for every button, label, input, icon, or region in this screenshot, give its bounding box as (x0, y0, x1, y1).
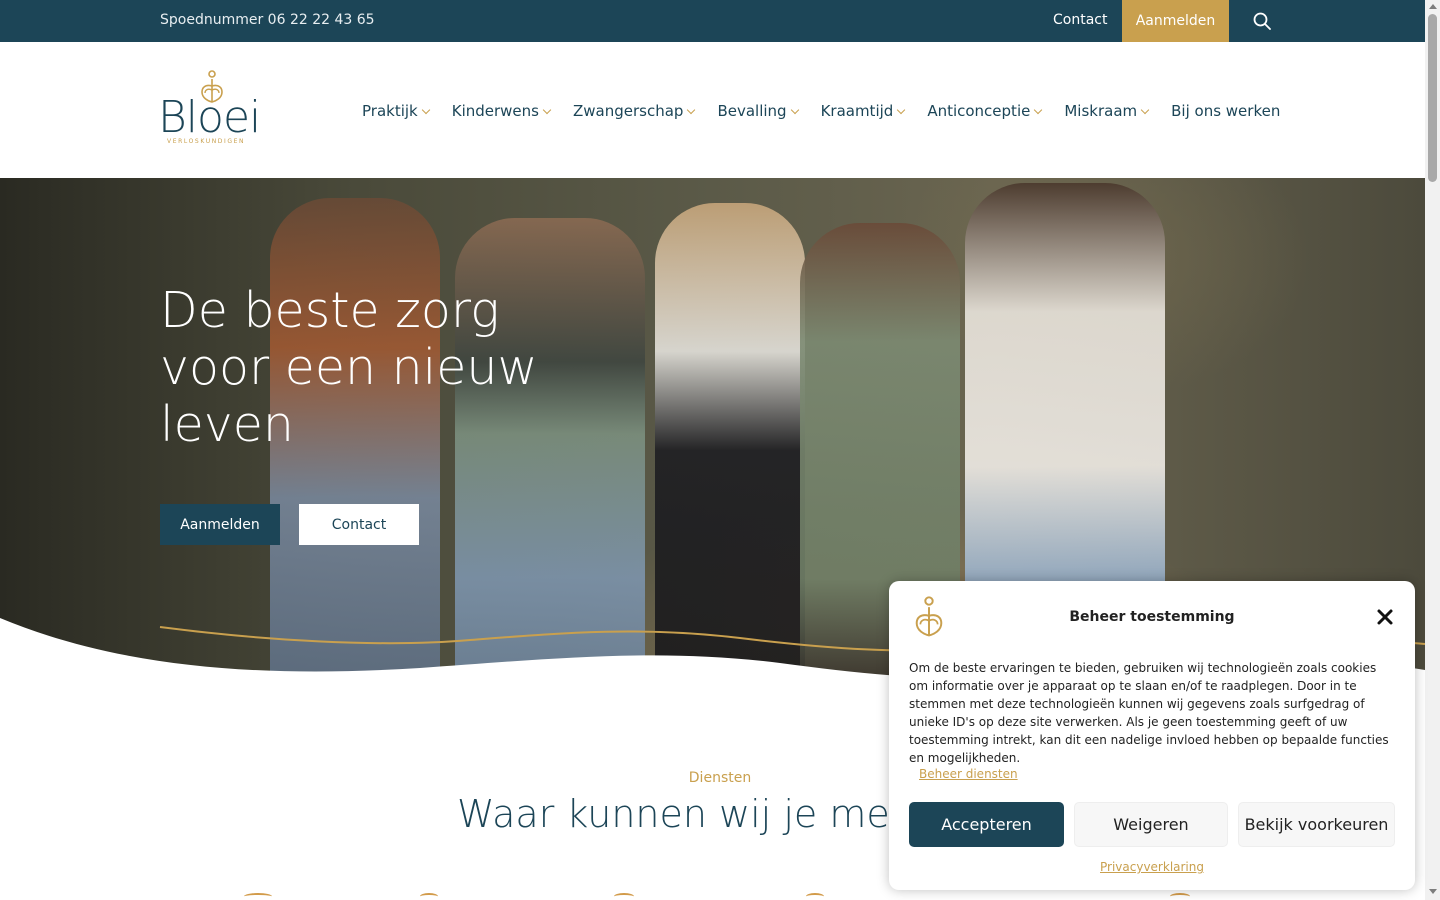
service-icon-partial (614, 893, 634, 900)
top-bar: Spoednummer 06 22 22 43 65 Contact Aanme… (0, 0, 1425, 42)
nav-item-miskraam[interactable]: Miskraam (1064, 102, 1150, 120)
page-scrollbar[interactable] (1425, 0, 1440, 900)
site-header: Bloei VERLOSKUNDIGEN Praktijk Kinderwens… (0, 42, 1425, 178)
consent-description: Om de beste ervaringen te bieden, gebrui… (909, 661, 1389, 765)
nav-item-kraamtijd[interactable]: Kraamtijd (820, 102, 906, 120)
cookie-consent-dialog: Beheer toestemming Om de beste ervaringe… (889, 581, 1415, 890)
nav-label: Bij ons werken (1171, 102, 1281, 120)
service-icon-partial (244, 893, 272, 900)
nav-item-praktijk[interactable]: Praktijk (362, 102, 430, 120)
nav-item-bij-ons-werken[interactable]: Bij ons werken (1171, 102, 1280, 120)
nav-item-anticonceptie[interactable]: Anticonceptie (927, 102, 1043, 120)
chevron-down-icon (687, 105, 696, 114)
scrollbar-thumb[interactable] (1428, 14, 1437, 182)
chevron-down-icon (542, 105, 552, 114)
main-nav: Praktijk Kinderwens Zwangerschap Bevalli… (362, 100, 1280, 122)
nav-label: Miskraam (1064, 102, 1138, 120)
chevron-down-icon (1140, 105, 1150, 114)
logo[interactable]: Bloei VERLOSKUNDIGEN (158, 70, 262, 148)
nav-label: Kraamtijd (820, 102, 894, 120)
nav-item-kinderwens[interactable]: Kinderwens (451, 102, 552, 120)
chevron-down-icon (421, 105, 430, 114)
nav-label: Zwangerschap (572, 102, 684, 120)
service-icon-partial (806, 893, 824, 900)
privacy-statement-link[interactable]: Privacyverklaring (889, 860, 1415, 874)
nav-label: Praktijk (362, 102, 418, 120)
consent-title: Beheer toestemming (1069, 609, 1235, 625)
nav-label: Anticonceptie (927, 102, 1031, 120)
chevron-down-icon (790, 105, 799, 114)
close-icon[interactable] (1376, 608, 1394, 626)
chevron-down-icon (1034, 105, 1043, 114)
top-contact-link[interactable]: Contact (1053, 12, 1107, 28)
service-icon-partial (420, 893, 438, 900)
accept-button[interactable]: Accepteren (909, 802, 1064, 847)
service-icons-preview (0, 893, 1440, 900)
scroll-up-arrow-icon[interactable] (1429, 4, 1437, 9)
logo-wordmark: Bloei (158, 92, 261, 143)
emergency-phone[interactable]: Spoednummer 06 22 22 43 65 (160, 12, 375, 28)
search-icon[interactable] (1252, 11, 1272, 31)
nav-item-bevalling[interactable]: Bevalling (717, 102, 799, 120)
scroll-down-arrow-icon[interactable] (1429, 889, 1437, 894)
nav-label: Bevalling (717, 102, 787, 120)
services-title: Waar kunnen wij je mee h (457, 792, 950, 836)
service-icon-partial (1170, 893, 1190, 900)
nav-item-zwangerschap[interactable]: Zwangerschap (572, 102, 696, 120)
logo-subtitle: VERLOSKUNDIGEN (167, 138, 246, 145)
chevron-down-icon (897, 105, 906, 114)
reject-button[interactable]: Weigeren (1074, 802, 1228, 847)
manage-services-link[interactable]: Beheer diensten (919, 767, 1018, 781)
nav-label: Kinderwens (451, 102, 539, 120)
view-preferences-button[interactable]: Bekijk voorkeuren (1238, 802, 1395, 847)
top-aanmelden-button[interactable]: Aanmelden (1122, 0, 1229, 42)
